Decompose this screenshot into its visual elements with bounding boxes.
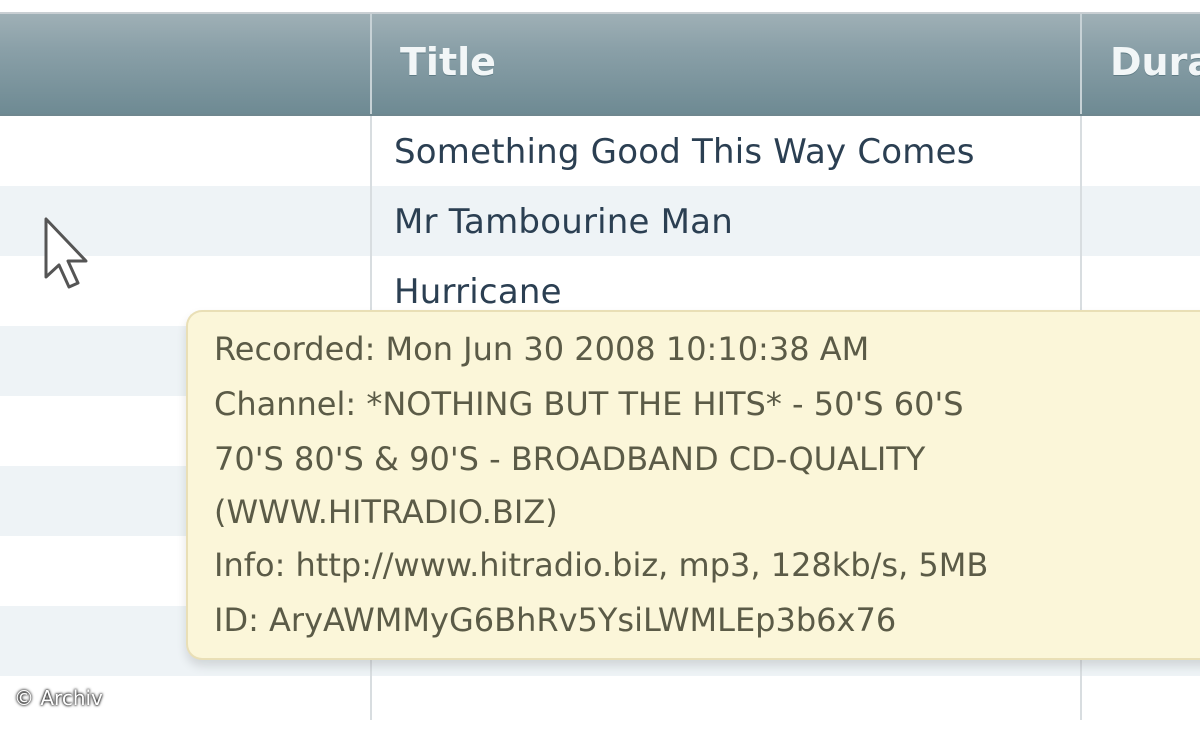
cell-title: Something Good This Way Comes <box>394 132 975 172</box>
tooltip-channel-cont: 70'S 80'S & 90'S - BROADBAND CD-QUALITY <box>214 440 926 478</box>
column-header-label: Title <box>400 40 496 84</box>
cell-title: Mr Tambourine Man <box>394 202 733 242</box>
cell-title: Hurricane <box>394 272 562 312</box>
copyright-watermark: © Archiv <box>14 686 103 710</box>
mouse-pointer-icon <box>44 217 88 289</box>
tooltip-info: Info: http://www.hitradio.biz, mp3, 128k… <box>214 546 989 584</box>
tooltip-channel-cont: (WWW.HITRADIO.BIZ) <box>214 493 558 531</box>
table-row[interactable]: Something Good This Way Comes <box>0 116 1200 186</box>
column-header-label: Dura <box>1110 40 1200 84</box>
column-header-duration[interactable]: Dura <box>1080 14 1200 114</box>
table-row[interactable]: Mr Tambourine Man <box>0 186 1200 256</box>
column-header-blank[interactable] <box>0 14 370 114</box>
tooltip-recorded: Recorded: Mon Jun 30 2008 10:10:38 AM <box>214 330 870 368</box>
tooltip-id: ID: AryAWMMyG6BhRv5YsiLWMLEp3b6x76 <box>214 601 897 639</box>
track-info-tooltip: Recorded: Mon Jun 30 2008 10:10:38 AM Ch… <box>186 310 1200 660</box>
table-row[interactable] <box>0 676 1200 746</box>
column-header-title[interactable]: Title <box>370 14 1080 114</box>
table-header: Title Dura <box>0 14 1200 116</box>
tooltip-channel: Channel: *NOTHING BUT THE HITS* - 50'S 6… <box>214 385 964 423</box>
table-top-border <box>0 0 1200 14</box>
